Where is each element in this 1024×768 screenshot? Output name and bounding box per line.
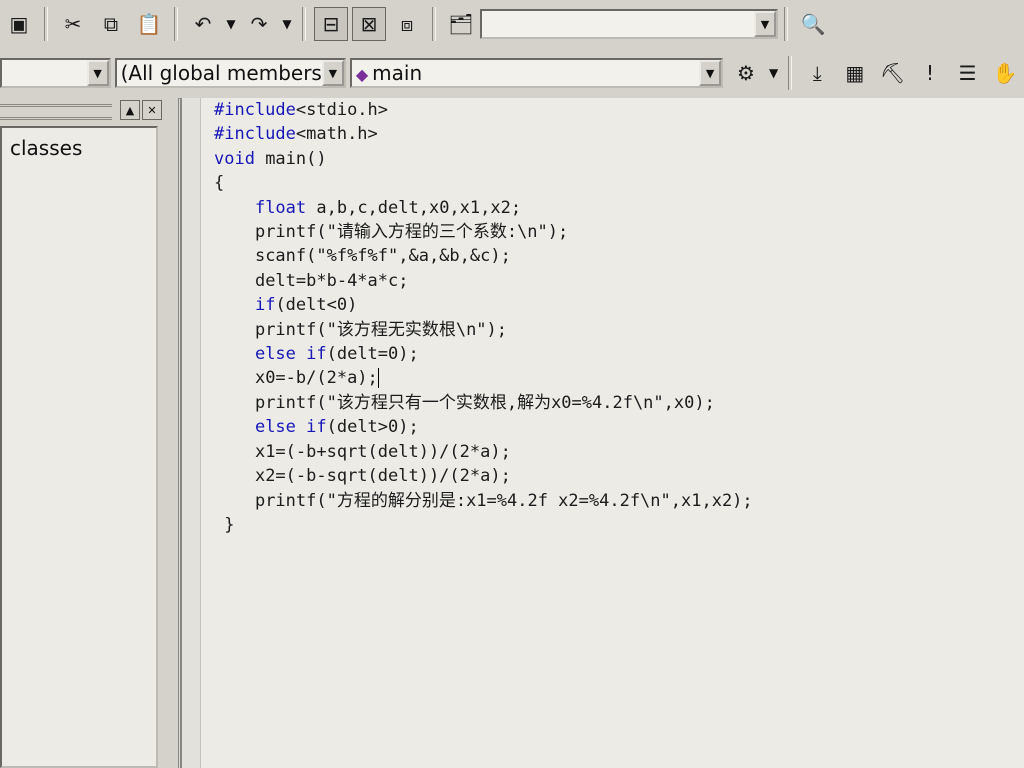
code-text: printf("请输入方程的三个系数:\n"); <box>254 222 569 243</box>
code-text: main() <box>254 148 327 169</box>
copy-icon[interactable]: ⧉ <box>94 7 128 41</box>
code-keyword: void <box>214 148 255 169</box>
toolbar-separator <box>174 7 178 41</box>
code-line[interactable]: printf("该方程无实数根\n"); <box>214 318 753 342</box>
code-line[interactable]: printf("请输入方程的三个系数:\n"); <box>214 220 753 244</box>
code-text: } <box>224 514 235 535</box>
code-line[interactable]: x0=-b/(2*a); <box>214 366 753 390</box>
standard-toolbar: ▣ ✂ ⧉ 📋 ↶ ▼ ↷ ▼ ⊟ ⊠ ⧈ 🗂 ▼ 🔍 <box>0 0 1024 49</box>
code-line[interactable]: } <box>214 513 753 537</box>
code-line[interactable]: x1=(-b+sqrt(delt))/(2*a); <box>214 440 753 464</box>
code-line[interactable]: x2=(-b-sqrt(delt))/(2*a); <box>214 464 753 488</box>
code-line[interactable]: else if(delt=0); <box>214 342 753 366</box>
editor-gutter[interactable] <box>182 98 201 768</box>
code-line[interactable]: void main() <box>214 147 753 171</box>
code-text: printf("该方程无实数根\n"); <box>254 319 508 340</box>
code-line[interactable]: if(delt<0) <box>214 293 753 317</box>
toolbar-separator <box>302 7 306 41</box>
filter-combo[interactable]: (All global members ▼ <box>114 58 346 88</box>
workspace-panel: ▲ ✕ classes <box>0 98 179 768</box>
execute-icon[interactable]: ! <box>913 56 947 90</box>
code-text: <math.h> <box>295 124 378 145</box>
find-in-files-icon[interactable]: 🗂 <box>444 7 478 41</box>
workspace-icon[interactable]: ▣ <box>2 7 36 41</box>
member-combo-value: ◆ main <box>352 61 699 85</box>
code-text: scanf("%f%f%f",&a,&b,&c); <box>254 246 511 267</box>
panel-grip[interactable] <box>0 104 112 120</box>
wizard-toolbar: ▼ (All global members ▼ ◆ main ▼ ⚙ ▼ ⤓ ▦ … <box>0 48 1024 99</box>
code-keyword: float <box>254 197 307 218</box>
code-text: x0=-b/(2*a); <box>254 368 378 389</box>
method-icon: ◆ <box>355 65 369 84</box>
code-keyword: else if <box>254 417 327 438</box>
breakpoint-hand-icon[interactable]: ✋ <box>988 56 1022 90</box>
code-line[interactable]: printf("该方程只有一个实数根,解为x0=%4.2f\n",x0); <box>214 391 753 415</box>
wizard-bar-icon[interactable]: ⚙ <box>729 56 763 90</box>
code-text: printf("该方程只有一个实数根,解为x0=%4.2f\n",x0); <box>254 392 715 413</box>
window-list-icon[interactable]: ⧈ <box>390 7 424 41</box>
close-panel-icon[interactable]: ✕ <box>142 100 162 120</box>
code-keyword: #include <box>214 124 296 145</box>
build-icon[interactable]: ▦ <box>838 56 872 90</box>
toolbar-separator <box>784 7 788 41</box>
chevron-down-icon[interactable]: ▼ <box>754 11 776 37</box>
tree-item-classes[interactable]: classes <box>10 136 82 160</box>
code-line[interactable]: #include<stdio.h> <box>214 98 753 122</box>
undo-dropdown-icon[interactable]: ▼ <box>222 9 240 39</box>
class-combo[interactable]: ▼ <box>0 58 111 88</box>
code-text: <stdio.h> <box>295 100 389 120</box>
code-text: (delt=0); <box>326 344 419 365</box>
maximize-panel-icon[interactable]: ▲ <box>120 100 140 120</box>
step-icon[interactable]: ☰ <box>951 56 985 90</box>
find-icon[interactable]: 🔍 <box>796 7 830 41</box>
undo-icon[interactable]: ↶ <box>186 7 220 41</box>
toolbar-separator <box>788 56 793 90</box>
code-text: delt=b*b-4*a*c; <box>254 270 409 291</box>
paste-icon[interactable]: 📋 <box>132 7 166 41</box>
toolbar-separator <box>44 7 48 41</box>
code-line[interactable]: scanf("%f%f%f",&a,&b,&c); <box>214 244 753 268</box>
compile-icon[interactable]: ⤓ <box>800 56 834 90</box>
toolbar-separator <box>432 7 436 41</box>
code-keyword: if <box>254 295 276 316</box>
code-text: printf("方程的解分别是:x1=%4.2f x2=%4.2f\n",x1,… <box>254 490 753 511</box>
code-text: { <box>214 173 225 194</box>
code-text: (delt<0) <box>275 295 358 316</box>
chevron-down-icon[interactable]: ▼ <box>699 60 722 86</box>
code-editor[interactable]: #include<stdio.h> #include<math.h> void ma… <box>180 98 1024 768</box>
class-view-tree[interactable]: classes <box>0 126 158 768</box>
redo-dropdown-icon[interactable]: ▼ <box>278 9 296 39</box>
code-text: x1=(-b+sqrt(delt))/(2*a); <box>254 441 511 462</box>
wizard-dropdown-icon[interactable]: ▼ <box>765 58 783 88</box>
cut-icon[interactable]: ✂ <box>56 7 90 41</box>
code-line[interactable]: delt=b*b-4*a*c; <box>214 269 753 293</box>
text-caret <box>377 368 379 389</box>
code-keyword: else if <box>254 344 327 365</box>
code-line[interactable]: { <box>214 171 753 195</box>
code-line[interactable]: else if(delt>0); <box>214 415 753 439</box>
member-name: main <box>372 61 423 85</box>
code-text: (delt>0); <box>326 417 419 438</box>
code-keyword: #include <box>214 100 296 120</box>
filter-combo-value: (All global members <box>120 61 322 85</box>
member-combo[interactable]: ◆ main ▼ <box>349 58 724 88</box>
debug-window-icon[interactable]: ⊠ <box>352 7 386 41</box>
output-window-icon[interactable]: ⊟ <box>314 7 348 41</box>
code-line[interactable]: #include<math.h> <box>214 122 753 146</box>
code-text: a,b,c,delt,x0,x1,x2; <box>306 197 522 218</box>
code-line[interactable]: float a,b,c,delt,x0,x1,x2; <box>214 196 753 220</box>
source-code[interactable]: #include<stdio.h> #include<math.h> void ma… <box>214 98 753 537</box>
chevron-down-icon[interactable]: ▼ <box>86 60 109 86</box>
find-combo[interactable]: ▼ <box>480 9 778 39</box>
code-text: x2=(-b-sqrt(delt))/(2*a); <box>254 466 511 487</box>
chevron-down-icon[interactable]: ▼ <box>321 60 344 86</box>
code-line[interactable]: printf("方程的解分别是:x1=%4.2f x2=%4.2f\n",x1,… <box>214 489 753 513</box>
redo-icon[interactable]: ↷ <box>242 7 276 41</box>
stop-build-icon[interactable]: ⛏ <box>876 56 910 90</box>
